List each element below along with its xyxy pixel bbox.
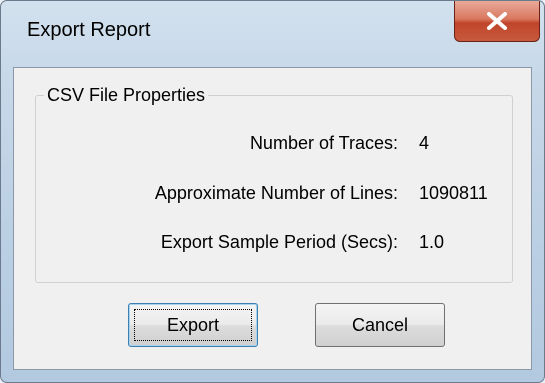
approx-number-of-lines-value: 1090811 bbox=[419, 183, 488, 203]
dialog-client-area: CSV File Properties Number of Traces: 4 … bbox=[13, 67, 532, 370]
focus-rectangle: Export bbox=[134, 309, 252, 341]
export-report-dialog: Export Report CSV File Properties Number… bbox=[0, 0, 545, 383]
number-of-traces-label: Number of Traces: bbox=[249, 133, 398, 153]
export-sample-period-label: Export Sample Period (Secs): bbox=[160, 232, 398, 252]
export-button[interactable]: Export bbox=[128, 303, 258, 347]
window-title: Export Report bbox=[27, 19, 151, 41]
export-sample-period-value: 1.0 bbox=[419, 232, 445, 252]
cancel-button[interactable]: Cancel bbox=[315, 303, 445, 347]
number-of-traces-value: 4 bbox=[419, 133, 430, 153]
cancel-button-label: Cancel bbox=[351, 314, 409, 335]
approx-number-of-lines-label: Approximate Number of Lines: bbox=[154, 183, 398, 203]
group-legend: CSV File Properties bbox=[44, 83, 209, 107]
export-button-label: Export bbox=[166, 314, 220, 335]
csv-file-properties-group: CSV File Properties Number of Traces: 4 … bbox=[35, 83, 513, 283]
title-bar[interactable]: Export Report bbox=[1, 1, 544, 67]
close-button[interactable] bbox=[454, 1, 540, 42]
close-icon bbox=[487, 12, 507, 30]
